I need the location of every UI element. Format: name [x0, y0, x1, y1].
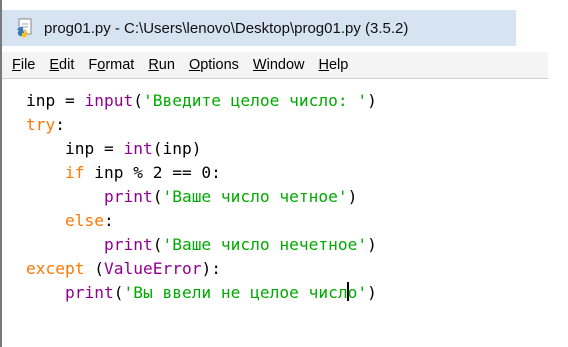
code-token: :	[55, 115, 65, 134]
code-line[interactable]: inp = input('Введите целое число: ')	[26, 89, 377, 113]
code-token: )	[367, 283, 377, 302]
menu-run[interactable]: Run	[148, 57, 175, 73]
code-line[interactable]: inp = int(inp)	[26, 137, 377, 161]
code-token: 'Ваше число нечетное'	[162, 235, 368, 254]
code-token: 'Введите целое число: '	[142, 91, 368, 110]
code-token: int	[123, 139, 153, 158]
code-token: 'Вы ввели не целое числ	[123, 283, 348, 302]
menu-file[interactable]: File	[12, 57, 35, 73]
code-token: if	[64, 163, 85, 182]
code-token: )	[347, 187, 358, 206]
code-token: (	[152, 235, 163, 254]
menu-options[interactable]: Options	[189, 57, 239, 73]
code-token: (inp)	[152, 139, 202, 158]
code-text[interactable]: inp = input('Введите целое число: ') try:…	[26, 89, 377, 305]
menu-edit[interactable]: Edit	[49, 57, 74, 73]
code-token: о'	[347, 283, 368, 302]
code-line[interactable]: if inp % 2 == 0:	[26, 161, 377, 185]
menu-format[interactable]: Fo rmat	[88, 57, 134, 73]
code-token: print	[64, 283, 114, 302]
code-token: except	[26, 259, 85, 278]
code-token: try	[26, 115, 56, 134]
code-token: inp =	[26, 91, 85, 110]
code-line[interactable]: else:	[26, 209, 377, 233]
code-token: inp =	[26, 139, 124, 158]
code-line[interactable]: print('Вы ввели не целое число')	[26, 281, 377, 305]
code-token: (	[113, 283, 124, 302]
menu-bar: File Edit Fo rmat Run Options Window Help	[2, 52, 548, 79]
code-line[interactable]: print('Ваше число нечетное')	[26, 233, 377, 257]
title-bar[interactable]: prog01.py - C:\Users\lenovo\Desktop\prog…	[2, 10, 516, 46]
code-line[interactable]: try:	[26, 113, 377, 137]
code-token: input	[84, 91, 134, 110]
code-token: (	[133, 91, 143, 110]
code-token: 'Ваше число четное'	[162, 187, 348, 206]
code-token: )	[367, 91, 377, 110]
code-line[interactable]: except (ValueError):	[26, 257, 377, 281]
code-token: (	[84, 259, 104, 278]
code-token: print	[103, 187, 153, 206]
code-token: ValueError	[103, 259, 202, 278]
code-token: :	[103, 211, 114, 230]
python-file-icon	[16, 18, 36, 38]
menu-help[interactable]: Help	[319, 57, 349, 73]
code-token: (	[152, 187, 163, 206]
code-token: )	[367, 235, 377, 254]
code-token: print	[103, 235, 153, 254]
code-token: ):	[201, 259, 221, 278]
code-token: inp % 2 == 0:	[84, 163, 221, 182]
code-token: else	[64, 211, 104, 230]
code-editor[interactable]: inp = input('Введите целое число: ') try:…	[2, 79, 568, 347]
code-line[interactable]: print('Ваше число четное')	[26, 185, 377, 209]
menu-window[interactable]: Window	[253, 57, 305, 73]
window-title: prog01.py - C:\Users\lenovo\Desktop\prog…	[44, 19, 409, 37]
